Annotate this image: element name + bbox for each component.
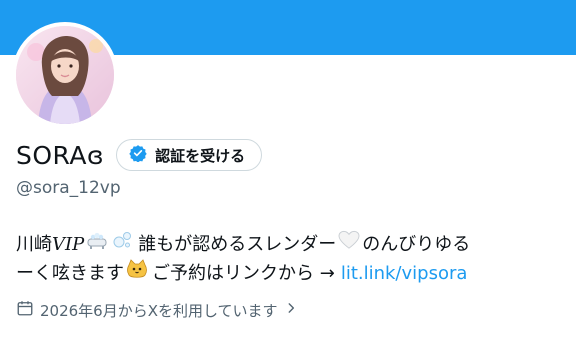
cat-emoji — [126, 259, 148, 288]
bio-vip: VIP — [52, 234, 85, 255]
bio-text-3: ーく呟きます — [16, 263, 124, 284]
bubbles-emoji — [112, 230, 132, 259]
display-name: SORAɞ — [16, 140, 105, 170]
profile-bio: 川崎 VIP 誰もが認めるスレンダー のんびりゆる ーく呟きます ご予約はリンク… — [16, 230, 561, 288]
verified-badge-icon — [129, 144, 147, 166]
bio-link[interactable]: lit.link/vipsora — [341, 259, 468, 288]
bio-text-2: のんびりゆる — [362, 234, 471, 255]
chevron-right-icon[interactable] — [284, 301, 298, 319]
bio-line-1: 川崎 VIP 誰もが認めるスレンダー のんびりゆる — [16, 230, 561, 259]
joined-text: 2026年6月からXを利用しています — [40, 301, 278, 320]
white-heart-emoji — [338, 230, 360, 259]
calendar-icon — [16, 299, 34, 321]
bio-location: 川崎 — [16, 234, 52, 255]
bio-line-2: ーく呟きます ご予約はリンクから → lit.link/vipsora — [16, 259, 561, 288]
bio-text-4: ご予約はリンクから → — [152, 263, 335, 284]
joined-date: 2026年6月からXを利用しています — [16, 298, 298, 322]
avatar[interactable] — [12, 22, 118, 128]
profile-handle: @sora_12vp — [16, 178, 121, 198]
bathtub-emoji — [86, 230, 108, 259]
name-row: SORAɞ 認証を受ける — [16, 138, 263, 172]
bio-text-1: 誰もが認めるスレンダー — [138, 234, 337, 255]
get-verified-label: 認証を受ける — [155, 146, 246, 165]
get-verified-button[interactable]: 認証を受ける — [116, 139, 263, 171]
